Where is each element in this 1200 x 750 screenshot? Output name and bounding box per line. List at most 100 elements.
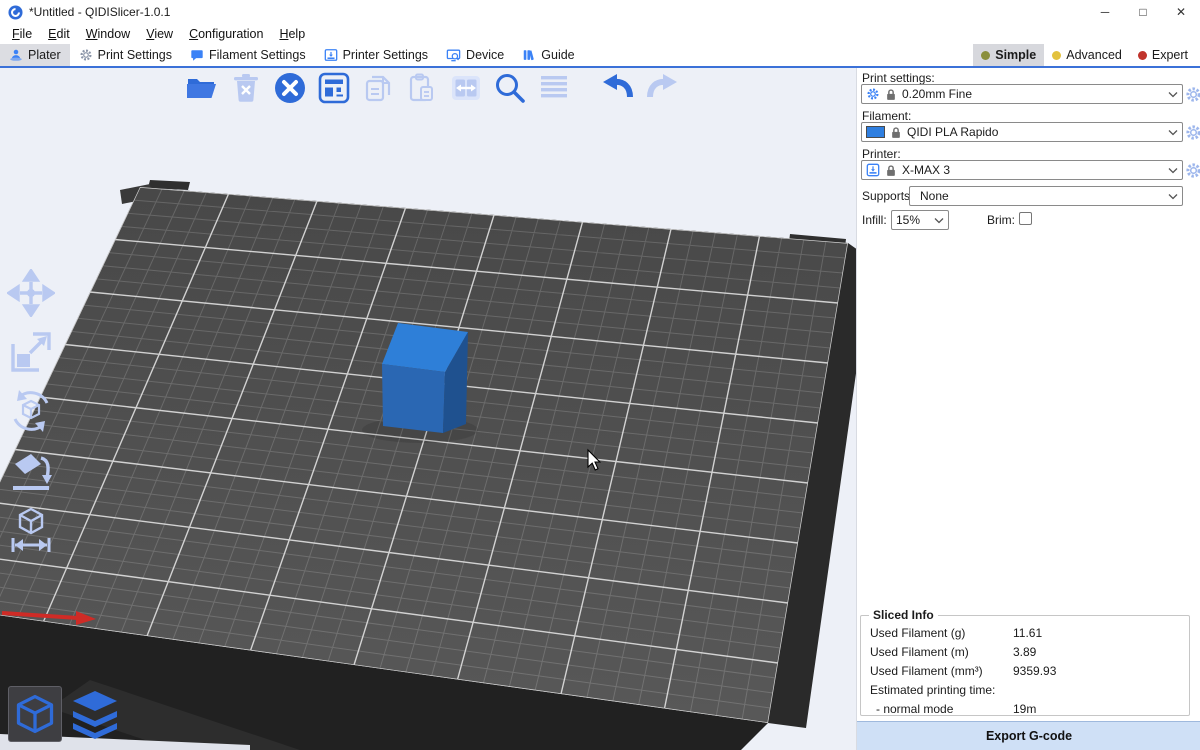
arrange-button[interactable] xyxy=(316,70,352,106)
editor-3d-cube-icon xyxy=(13,692,57,736)
tab-filament-settings-label: Filament Settings xyxy=(209,48,306,62)
search-icon xyxy=(493,71,527,105)
printer-label: Printer: xyxy=(862,147,901,161)
titlebar: *Untitled - QIDISlicer-1.0.1 ─ □ ✕ xyxy=(0,0,1200,24)
open-project-icon xyxy=(185,72,219,104)
delete-icon xyxy=(231,72,261,104)
chevron-down-icon xyxy=(934,217,944,224)
tabbar: Plater Print Settings Filament Settings … xyxy=(0,44,1200,68)
expert-dot-icon xyxy=(1138,51,1147,60)
split-objects-icon xyxy=(449,72,483,104)
paste-button[interactable] xyxy=(404,70,440,106)
arrange-icon xyxy=(317,71,351,105)
chevron-down-icon xyxy=(1168,129,1178,136)
sliced-info-row: - normal mode 19m xyxy=(861,700,1189,719)
rotate-button[interactable] xyxy=(6,386,56,436)
sliced-info-row: Used Filament (m) 3.89 xyxy=(861,643,1189,662)
print-settings-combo[interactable]: 0.20mm Fine xyxy=(861,84,1183,104)
infill-combo[interactable]: 15% xyxy=(891,210,949,230)
minimize-button[interactable]: ─ xyxy=(1086,0,1124,24)
menu-view[interactable]: View xyxy=(138,25,181,43)
menu-configuration[interactable]: Configuration xyxy=(181,25,271,43)
redo-icon xyxy=(644,72,680,104)
tab-printer-settings-label: Printer Settings xyxy=(343,48,428,62)
mode-expert[interactable]: Expert xyxy=(1130,44,1196,66)
maximize-button[interactable]: □ xyxy=(1124,0,1162,24)
place-on-face-icon xyxy=(7,446,55,494)
menubar: File Edit Window View Configuration Help xyxy=(0,24,1200,44)
tab-plater-label: Plater xyxy=(28,48,61,62)
mode-expert-label: Expert xyxy=(1152,48,1188,62)
print-settings-label: Print settings: xyxy=(862,71,935,85)
infill-row: Infill: 15% Brim: xyxy=(857,210,1200,230)
supports-label: Supports: xyxy=(862,189,913,203)
close-button[interactable]: ✕ xyxy=(1162,0,1200,24)
open-project-button[interactable] xyxy=(184,70,220,106)
undo-button[interactable] xyxy=(600,70,636,106)
model-cube[interactable] xyxy=(382,323,468,433)
sliced-info-title: Sliced Info xyxy=(869,608,938,622)
copy-button[interactable] xyxy=(360,70,396,106)
delete-button[interactable] xyxy=(228,70,264,106)
lock-icon xyxy=(890,126,902,139)
preview-layers-button[interactable] xyxy=(68,686,122,742)
scale-icon xyxy=(7,328,55,376)
plater-toolbar xyxy=(184,70,680,106)
tab-guide[interactable]: Guide xyxy=(513,44,583,66)
brim-label: Brim: xyxy=(987,213,1015,227)
mode-simple-label: Simple xyxy=(995,48,1036,62)
tab-device[interactable]: Device xyxy=(437,44,513,66)
edit-print-settings-gear-icon[interactable] xyxy=(1185,86,1200,103)
measure-button[interactable] xyxy=(6,504,56,554)
editor-3d-view-button[interactable] xyxy=(8,686,62,742)
scale-button[interactable] xyxy=(6,327,56,377)
filament-combo[interactable]: QIDI PLA Rapido xyxy=(861,122,1183,142)
filament-label: Filament: xyxy=(862,109,911,123)
export-gcode-label: Export G-code xyxy=(986,729,1072,743)
menu-help[interactable]: Help xyxy=(271,25,313,43)
menu-file[interactable]: File xyxy=(4,25,40,43)
edit-printer-gear-icon[interactable] xyxy=(1185,162,1200,179)
tab-device-label: Device xyxy=(466,48,504,62)
lock-icon xyxy=(885,88,897,101)
move-button[interactable] xyxy=(6,268,56,318)
tab-plater[interactable]: Plater xyxy=(0,44,70,66)
printer-combo[interactable]: X-MAX 3 xyxy=(861,160,1183,180)
chevron-down-icon xyxy=(1168,193,1178,200)
supports-combo[interactable]: None xyxy=(909,186,1183,206)
tab-print-settings[interactable]: Print Settings xyxy=(70,44,181,66)
filament-color-swatch xyxy=(866,126,885,138)
sliced-info-panel: Sliced Info Used Filament (g) 11.61 Used… xyxy=(860,608,1190,716)
mode-simple[interactable]: Simple xyxy=(973,44,1044,66)
mode-advanced[interactable]: Advanced xyxy=(1044,44,1130,66)
tab-printer-settings[interactable]: Printer Settings xyxy=(315,44,437,66)
sliced-info-row: Used Filament (mm³) 9359.93 xyxy=(861,662,1189,681)
menu-edit[interactable]: Edit xyxy=(40,25,78,43)
split-objects-button[interactable] xyxy=(448,70,484,106)
window-title: *Untitled - QIDISlicer-1.0.1 xyxy=(29,5,170,19)
tab-filament-settings[interactable]: Filament Settings xyxy=(181,44,315,66)
mode-advanced-label: Advanced xyxy=(1066,48,1122,62)
printer-value: X-MAX 3 xyxy=(902,163,950,177)
edit-filament-gear-icon[interactable] xyxy=(1185,124,1200,141)
preview-layers-icon xyxy=(71,689,119,739)
variable-layer-height-icon xyxy=(538,72,570,104)
print-settings-value: 0.20mm Fine xyxy=(902,87,972,101)
undo-icon xyxy=(600,72,636,104)
variable-layer-height-button[interactable] xyxy=(536,70,572,106)
viewport-3d[interactable] xyxy=(0,68,856,750)
scene-canvas[interactable] xyxy=(0,68,856,750)
plater-icon xyxy=(9,48,23,62)
printer-icon xyxy=(866,163,880,177)
tab-guide-label: Guide xyxy=(541,48,574,62)
books-icon xyxy=(522,48,536,62)
menu-window[interactable]: Window xyxy=(78,25,138,43)
export-gcode-button[interactable]: Export G-code xyxy=(857,721,1200,750)
delete-all-icon xyxy=(273,71,307,105)
delete-all-button[interactable] xyxy=(272,70,308,106)
brim-checkbox[interactable] xyxy=(1019,212,1032,225)
place-on-face-button[interactable] xyxy=(6,445,56,495)
redo-button[interactable] xyxy=(644,70,680,106)
search-button[interactable] xyxy=(492,70,528,106)
gizmo-toolbar xyxy=(6,268,56,554)
